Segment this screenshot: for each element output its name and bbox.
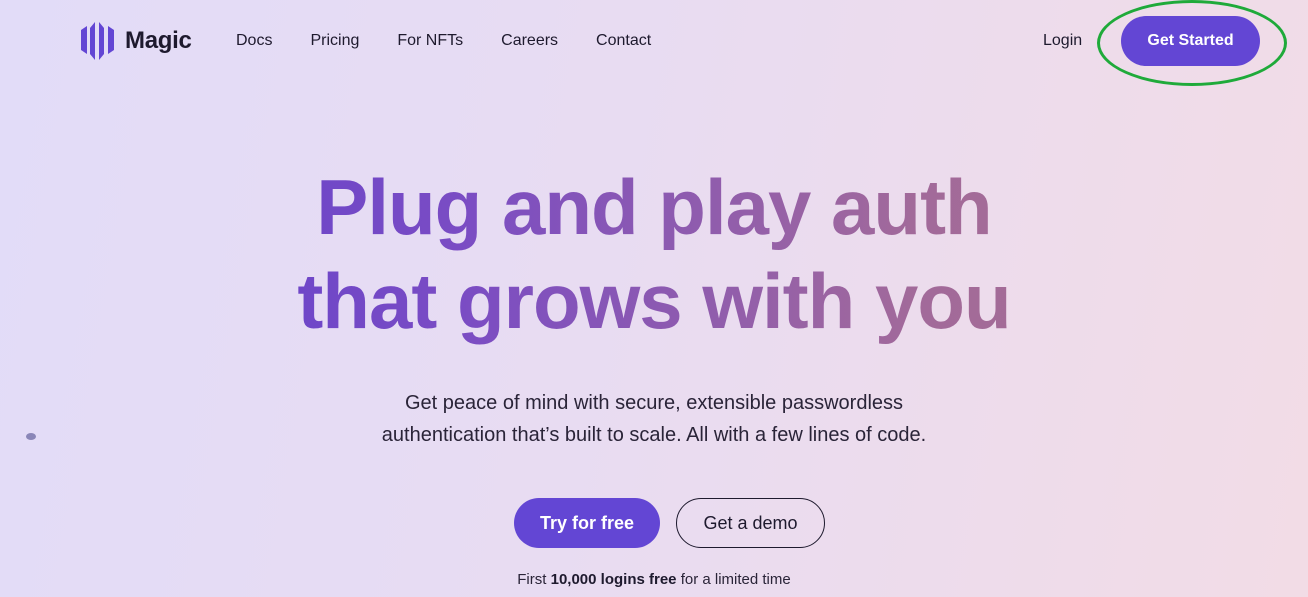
login-link[interactable]: Login [1043, 30, 1082, 52]
hero-subtitle: Get peace of mind with secure, extensibl… [0, 387, 1308, 451]
main-nav: Docs Pricing For NFTs Careers Contact [236, 30, 689, 52]
get-started-button[interactable]: Get Started [1121, 16, 1260, 66]
try-for-free-button[interactable]: Try for free [514, 498, 660, 548]
footnote-prefix: First [517, 571, 547, 588]
free-logins-note: First 10,000 logins free for a limited t… [0, 570, 1308, 590]
get-a-demo-button[interactable]: Get a demo [676, 498, 825, 548]
hero-subtitle-line-2: authentication that’s built to scale. Al… [381, 424, 927, 446]
nav-pricing[interactable]: Pricing [310, 30, 359, 52]
nav-contact[interactable]: Contact [596, 30, 651, 52]
magic-logo-icon [81, 22, 114, 60]
nav-docs[interactable]: Docs [236, 30, 272, 52]
brand-name: Magic [125, 27, 192, 54]
nav-careers[interactable]: Careers [501, 30, 558, 52]
hero-title: Plug and play auth that grows with you [0, 160, 1308, 348]
footnote-suffix: for a limited time [680, 571, 791, 588]
top-navigation: Magic Docs Pricing For NFTs Careers Cont… [0, 0, 1308, 86]
footnote-highlight: 10,000 logins free [550, 571, 677, 588]
hero-subtitle-line-1: Get peace of mind with secure, extensibl… [404, 392, 904, 414]
hero-title-line-1: Plug and play auth [0, 160, 1308, 254]
hero-cta-group: Try for free Get a demo [514, 498, 825, 548]
hero-title-line-2: that grows with you [0, 254, 1308, 348]
brand-logo[interactable]: Magic [79, 20, 192, 62]
nav-for-nfts[interactable]: For NFTs [397, 30, 463, 52]
